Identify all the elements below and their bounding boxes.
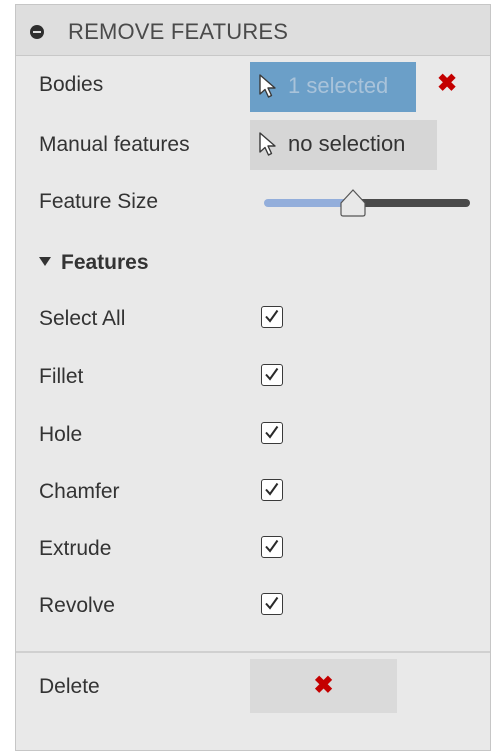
revolve-label: Revolve (39, 594, 115, 617)
fillet-label: Fillet (39, 365, 84, 388)
hole-label: Hole (39, 423, 83, 446)
select-all-label: Select All (39, 307, 126, 330)
check-icon (265, 482, 279, 496)
panel-header[interactable]: REMOVE FEATURES (16, 5, 490, 56)
remove-features-panel: REMOVE FEATURES Bodies 1 selected ✖ Manu… (15, 4, 491, 751)
arrow-cursor-icon (258, 132, 278, 164)
triangle-down-icon[interactable] (39, 257, 51, 266)
revolve-checkbox[interactable] (261, 593, 283, 615)
chamfer-checkbox[interactable] (261, 479, 283, 501)
feature-size-label: Feature Size (39, 190, 159, 213)
close-icon[interactable]: ✖ (436, 71, 458, 97)
chamfer-label: Chamfer (39, 480, 120, 503)
feature-size-slider[interactable] (264, 189, 470, 219)
panel-title: REMOVE FEATURES (68, 19, 289, 44)
slider-track-empty (353, 199, 470, 207)
extrude-label: Extrude (39, 537, 112, 560)
select-all-checkbox[interactable] (261, 306, 283, 328)
delete-button[interactable]: ✖ (250, 659, 397, 713)
check-icon (265, 596, 279, 610)
manual-features-selection-button[interactable]: no selection (250, 120, 437, 170)
manual-features-label: Manual features (39, 133, 190, 156)
minus-circle-icon[interactable] (30, 25, 44, 39)
close-icon: ✖ (313, 672, 334, 699)
manual-features-selection-text: no selection (288, 131, 406, 156)
bodies-selection-button[interactable]: 1 selected (250, 62, 416, 112)
check-icon (265, 539, 279, 553)
features-section-header[interactable]: Features (39, 251, 149, 275)
features-section-label: Features (61, 251, 149, 274)
check-icon (265, 425, 279, 439)
bodies-label: Bodies (39, 73, 104, 96)
extrude-checkbox[interactable] (261, 536, 283, 558)
bodies-selection-text: 1 selected (288, 73, 389, 98)
delete-label: Delete (39, 675, 100, 698)
divider (16, 651, 490, 653)
slider-thumb[interactable] (338, 189, 368, 217)
fillet-checkbox[interactable] (261, 364, 283, 386)
check-icon (265, 367, 279, 381)
arrow-cursor-icon (258, 74, 278, 106)
check-icon (265, 309, 279, 323)
hole-checkbox[interactable] (261, 422, 283, 444)
